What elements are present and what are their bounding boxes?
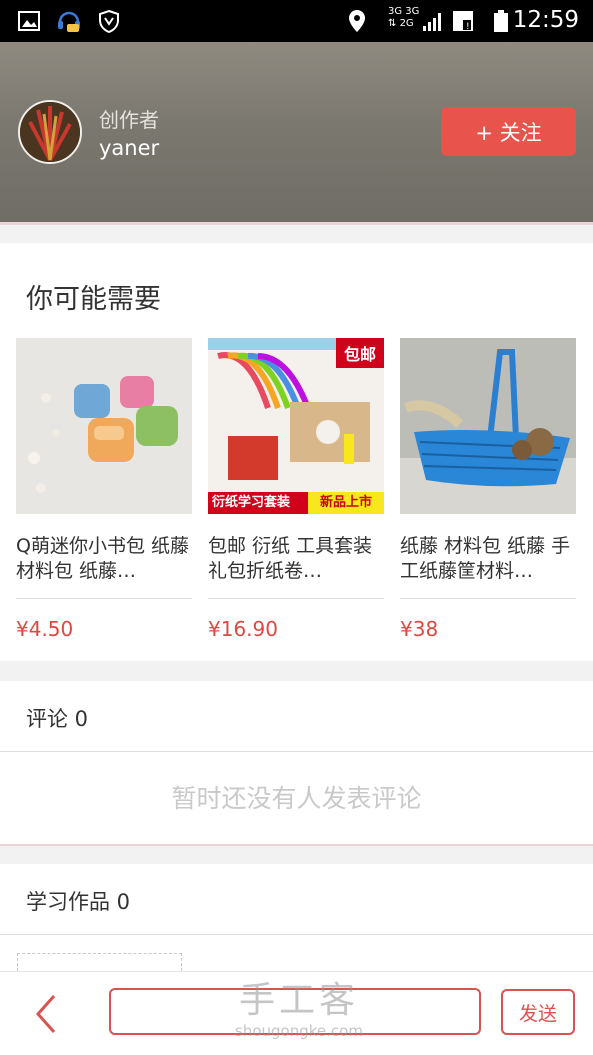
product-image[interactable]: 包邮 衍纸学习套装 新品上市 xyxy=(208,338,384,514)
product-name[interactable]: Q萌迷你小书包 纸藤 材料包 纸藤… xyxy=(16,534,192,584)
product-price: ¥16.90 xyxy=(208,617,278,641)
comments-empty-text: 暂时还没有人发表评论 xyxy=(171,784,422,813)
divider xyxy=(208,598,384,599)
back-arrow-icon[interactable] xyxy=(30,992,60,1036)
battery-icon xyxy=(494,10,508,32)
divider xyxy=(0,222,593,225)
svg-text:!: ! xyxy=(466,22,470,32)
product-image[interactable] xyxy=(400,338,576,514)
recommend-section: 你可能需要 Q萌迷你小书包 纸藤 材料包 纸藤… ¥4.50 包邮 衍纸学习套装… xyxy=(0,243,593,661)
chat-headset-icon xyxy=(58,11,80,32)
location-icon xyxy=(349,10,365,32)
creator-name[interactable]: yaner xyxy=(99,136,159,160)
shield-icon xyxy=(99,9,119,33)
product-banner: 衍纸学习套装 新品上市 xyxy=(208,492,384,514)
divider xyxy=(400,598,576,599)
comments-section: 评论 0 暂时还没有人发表评论 xyxy=(0,681,593,844)
comment-input[interactable] xyxy=(109,988,481,1035)
send-button[interactable]: 发送 xyxy=(501,989,575,1035)
divider xyxy=(0,844,593,846)
product-price: ¥38 xyxy=(400,617,439,641)
product-name[interactable]: 包邮 衍纸 工具套装 礼包折纸卷… xyxy=(208,534,384,584)
divider xyxy=(16,598,192,599)
works-title: 学习作品 0 xyxy=(26,890,131,914)
sim-icon: ! xyxy=(453,11,473,32)
follow-button[interactable]: + 关注 xyxy=(441,107,576,156)
signal-icon xyxy=(423,13,441,31)
product-card[interactable]: 包邮 衍纸学习套装 新品上市 包邮 衍纸 工具套装 礼包折纸卷… ¥16.90 xyxy=(208,338,384,641)
comments-title: 评论 0 xyxy=(26,707,89,731)
product-card[interactable]: 纸藤 材料包 纸藤 手工纸藤筐材料… ¥38 xyxy=(400,338,576,641)
divider xyxy=(0,934,593,935)
product-badge: 包邮 xyxy=(336,338,384,368)
product-card[interactable]: Q萌迷你小书包 纸藤 材料包 纸藤… ¥4.50 xyxy=(16,338,192,641)
product-name[interactable]: 纸藤 材料包 纸藤 手工纸藤筐材料… xyxy=(400,534,576,584)
product-image[interactable] xyxy=(16,338,192,514)
avatar-image xyxy=(20,102,80,162)
gallery-icon xyxy=(18,11,40,31)
network-label: 3G 3G ⇅ 2G xyxy=(388,6,420,29)
works-section: 学习作品 0 xyxy=(0,864,593,976)
status-bar: 3G 3G ⇅ 2G ! 12:59 xyxy=(0,0,593,42)
avatar[interactable] xyxy=(18,100,82,164)
bottom-bar: 发送 xyxy=(0,971,593,1055)
product-price: ¥4.50 xyxy=(16,617,74,641)
creator-label: 创作者 xyxy=(99,108,159,132)
clock: 12:59 xyxy=(512,7,579,33)
divider xyxy=(0,751,593,752)
section-title: 你可能需要 xyxy=(26,284,161,315)
